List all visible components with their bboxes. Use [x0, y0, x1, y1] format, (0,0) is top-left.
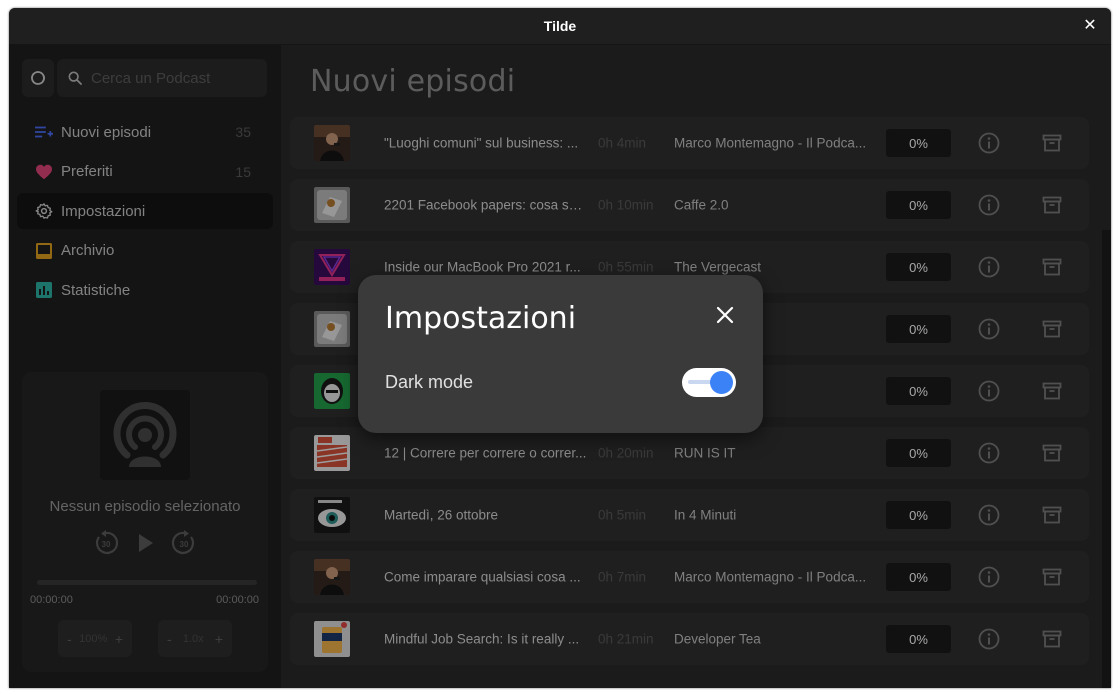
- dialog-title: Impostazioni: [385, 301, 577, 336]
- toggle-knob: [710, 371, 733, 394]
- title-bar: Tilde ✕: [9, 8, 1111, 45]
- dark-mode-toggle[interactable]: [682, 368, 736, 397]
- app-window: Tilde ✕ Nuovi episodi 35: [9, 8, 1111, 688]
- close-icon[interactable]: [715, 305, 735, 325]
- window-close-icon[interactable]: ✕: [1081, 17, 1099, 35]
- dark-mode-label: Dark mode: [385, 372, 474, 392]
- window-title: Tilde: [543, 18, 577, 34]
- settings-dialog: Impostazioni Dark mode: [358, 275, 763, 433]
